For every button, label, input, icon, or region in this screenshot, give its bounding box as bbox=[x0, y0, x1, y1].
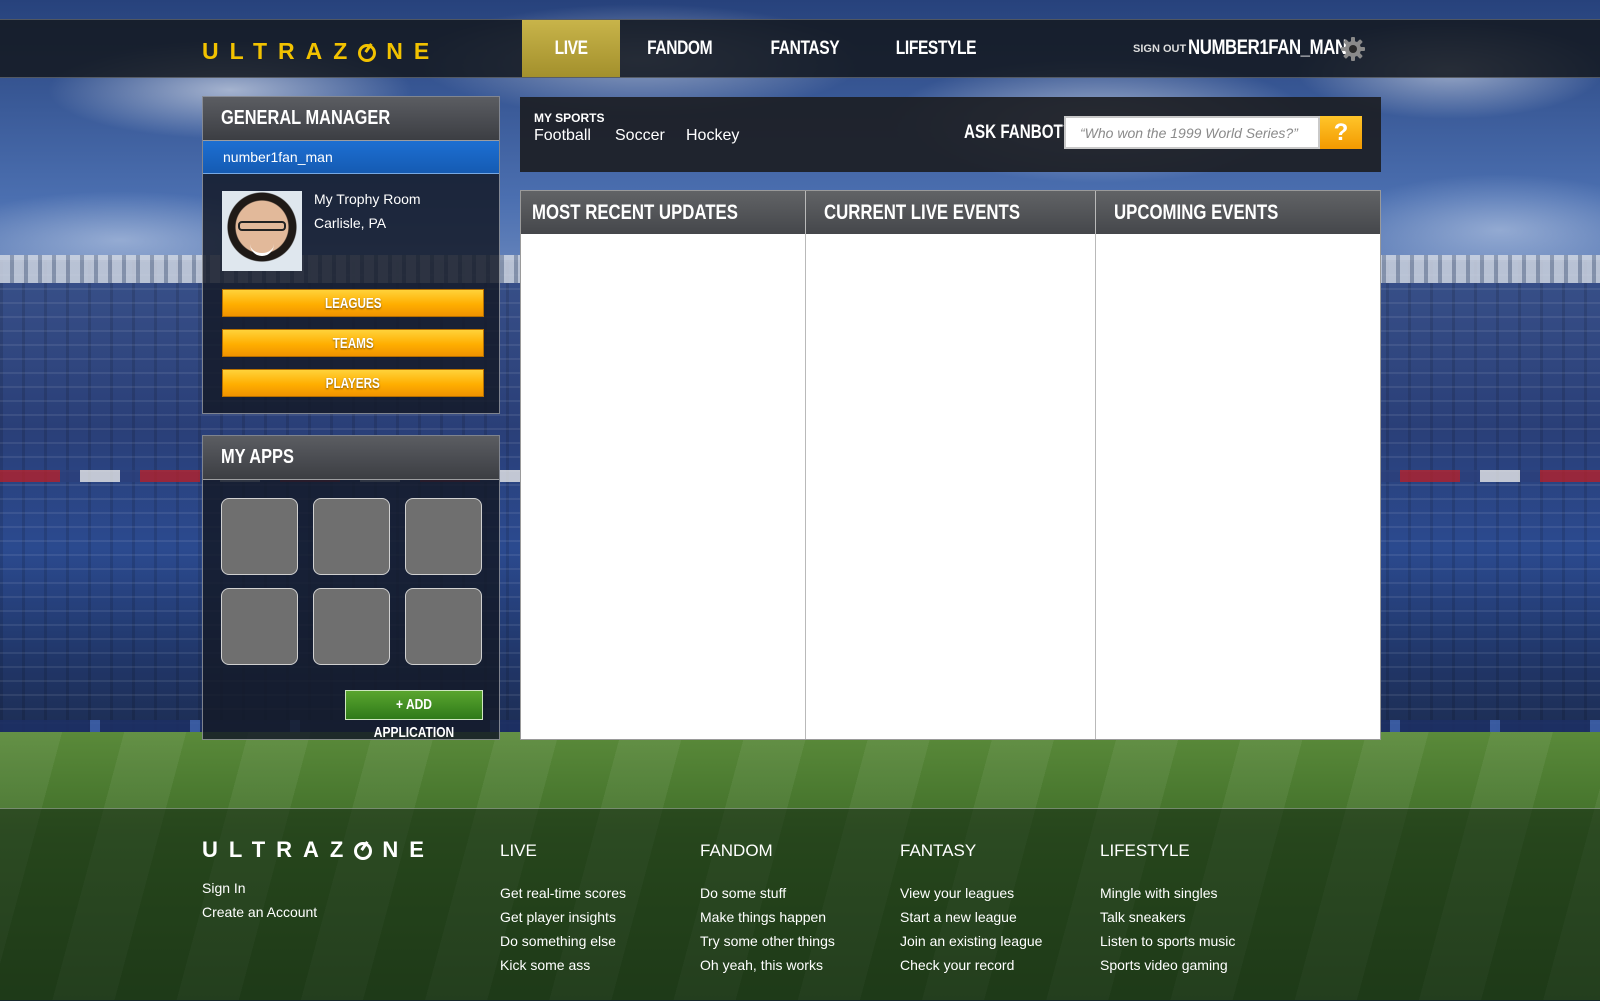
gear-icon[interactable] bbox=[1340, 36, 1366, 62]
footer-link[interactable]: Get real-time scores bbox=[500, 885, 626, 901]
user-location: Carlisle, PA bbox=[314, 215, 387, 231]
footer-heading-live: LIVE bbox=[500, 841, 537, 860]
my-sports-label: MY SPORTS bbox=[534, 111, 605, 125]
column-upcoming-events: UPCOMING EVENTS bbox=[1096, 191, 1380, 739]
app-tile[interactable] bbox=[405, 588, 482, 665]
footer-link[interactable]: Mingle with singles bbox=[1100, 885, 1218, 901]
logo-o-mark bbox=[358, 44, 377, 62]
column-header-text: MOST RECENT UPDATES bbox=[532, 201, 738, 224]
event-columns: MOST RECENT UPDATES CURRENT LIVE EVENTS … bbox=[520, 190, 1381, 740]
footer-link[interactable]: Talk sneakers bbox=[1100, 909, 1186, 925]
tab-live-label: LIVE bbox=[554, 38, 588, 59]
avatar[interactable] bbox=[222, 191, 302, 271]
leagues-button[interactable]: LEAGUES bbox=[222, 289, 484, 317]
sport-link-hockey[interactable]: Hockey bbox=[686, 127, 739, 145]
footer-link[interactable]: Listen to sports music bbox=[1100, 933, 1235, 949]
avatar-smile bbox=[250, 243, 274, 256]
my-apps-panel: MY APPS + ADD APPLICATION bbox=[202, 435, 500, 741]
players-button[interactable]: PLAYERS bbox=[222, 369, 484, 397]
tab-fantasy-label: FANTASY bbox=[770, 38, 840, 59]
footer-link[interactable]: Do something else bbox=[500, 933, 616, 949]
tab-live[interactable]: LIVE bbox=[522, 20, 620, 77]
footer-logo-o-mark bbox=[354, 842, 373, 860]
footer-link[interactable]: Do some stuff bbox=[700, 885, 786, 901]
fanbot-search-input[interactable] bbox=[1064, 116, 1320, 149]
column-header: CURRENT LIVE EVENTS bbox=[806, 191, 1095, 234]
column-header: MOST RECENT UPDATES bbox=[521, 191, 805, 234]
footer-heading-fandom: FANDOM bbox=[700, 841, 773, 860]
header-username-label: NUMBER1FAN_MAN bbox=[1188, 36, 1347, 59]
trophy-room-link[interactable]: My Trophy Room bbox=[314, 191, 421, 207]
column-recent-updates: MOST RECENT UPDATES bbox=[521, 191, 806, 739]
column-live-events: CURRENT LIVE EVENTS bbox=[806, 191, 1096, 739]
leagues-button-label: LEAGUES bbox=[324, 295, 382, 312]
app-tile[interactable] bbox=[221, 498, 298, 575]
add-application-label: + ADD APPLICATION bbox=[373, 696, 455, 741]
my-apps-title: MY APPS bbox=[203, 436, 499, 480]
footer-link[interactable]: View your leagues bbox=[900, 885, 1014, 901]
top-navigation-bar: ULTRAZ NE LIVE FANDOM FANTASY LIFESTYLE S… bbox=[0, 19, 1600, 78]
footer-link[interactable]: Join an existing league bbox=[900, 933, 1042, 949]
sign-out-link[interactable]: SIGN OUT bbox=[1133, 43, 1186, 55]
players-button-label: PLAYERS bbox=[325, 375, 381, 392]
footer-link[interactable]: Try some other things bbox=[700, 933, 835, 949]
footer-link[interactable]: Oh yeah, this works bbox=[700, 957, 823, 973]
my-apps-title-text: MY APPS bbox=[221, 446, 294, 468]
tab-lifestyle-label: LIFESTYLE bbox=[895, 38, 977, 59]
footer-heading-lifestyle: LIFESTYLE bbox=[1100, 841, 1190, 860]
ultrazone-logo[interactable]: ULTRAZ NE bbox=[202, 38, 440, 65]
teams-button-label: TEAMS bbox=[332, 335, 374, 352]
tab-fandom-label: FANDOM bbox=[647, 38, 713, 59]
tab-lifestyle[interactable]: LIFESTYLE bbox=[880, 20, 992, 77]
footer-heading-fantasy: FANTASY bbox=[900, 841, 977, 860]
sport-link-soccer[interactable]: Soccer bbox=[615, 127, 665, 145]
sport-link-football[interactable]: Football bbox=[534, 127, 591, 145]
app-tile[interactable] bbox=[221, 588, 298, 665]
column-header-text: CURRENT LIVE EVENTS bbox=[824, 201, 1021, 224]
gm-panel-title-text: GENERAL MANAGER bbox=[221, 107, 391, 129]
tab-fandom[interactable]: FANDOM bbox=[630, 20, 730, 77]
column-header: UPCOMING EVENTS bbox=[1096, 191, 1380, 234]
app-tile[interactable] bbox=[405, 498, 482, 575]
footer-link[interactable]: Kick some ass bbox=[500, 957, 590, 973]
column-header-text: UPCOMING EVENTS bbox=[1114, 201, 1279, 224]
general-manager-panel: GENERAL MANAGER number1fan_man My Trophy… bbox=[202, 96, 500, 414]
fanbot-ask-button[interactable]: ? bbox=[1320, 116, 1362, 149]
add-application-button[interactable]: + ADD APPLICATION bbox=[345, 690, 483, 741]
footer-ultrazone-logo[interactable]: ULTRAZ NE bbox=[202, 837, 435, 863]
gm-username[interactable]: number1fan_man bbox=[203, 141, 499, 174]
app-tile[interactable] bbox=[313, 498, 390, 575]
teams-button[interactable]: TEAMS bbox=[222, 329, 484, 357]
my-sports-bar: MY SPORTS Football Soccer Hockey ASK FAN… bbox=[520, 97, 1381, 172]
footer-link[interactable]: Start a new league bbox=[900, 909, 1017, 925]
footer-link[interactable]: Sports video gaming bbox=[1100, 957, 1228, 973]
avatar-glasses bbox=[238, 221, 286, 231]
footer-link[interactable]: Check your record bbox=[900, 957, 1014, 973]
footer-link[interactable]: Make things happen bbox=[700, 909, 826, 925]
footer: ULTRAZ NE Sign In Create an Account LIVE … bbox=[0, 808, 1600, 1001]
footer-create-account-link[interactable]: Create an Account bbox=[202, 904, 317, 920]
footer-sign-in-link[interactable]: Sign In bbox=[202, 880, 246, 896]
gm-panel-title: GENERAL MANAGER bbox=[203, 97, 499, 141]
footer-link[interactable]: Get player insights bbox=[500, 909, 616, 925]
app-tile[interactable] bbox=[313, 588, 390, 665]
tab-fantasy[interactable]: FANTASY bbox=[755, 20, 855, 77]
ask-fanbot-label-text: ASK FANBOT™ bbox=[964, 122, 1078, 143]
